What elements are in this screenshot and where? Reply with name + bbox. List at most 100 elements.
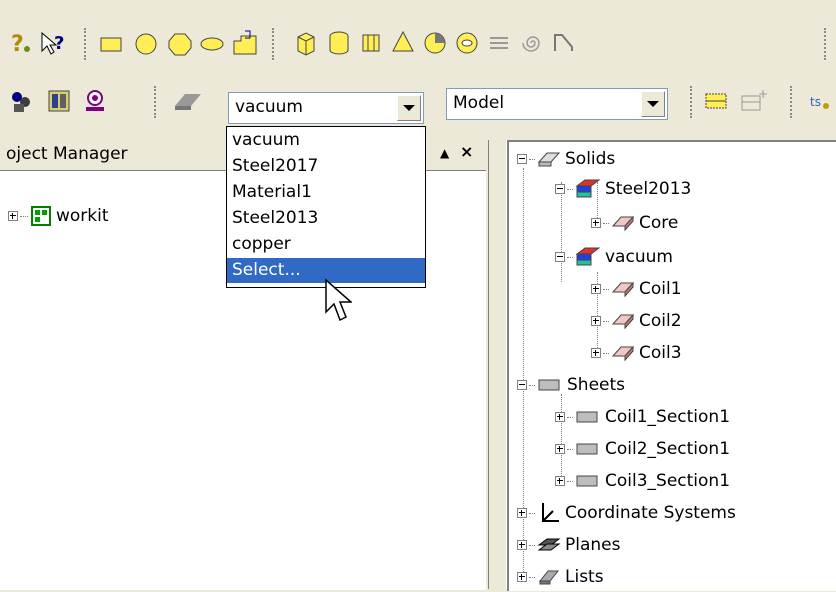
toolbar-grip[interactable] xyxy=(84,28,90,60)
draw-cylinder-icon[interactable] xyxy=(324,28,354,58)
svg-text:?: ? xyxy=(11,32,24,57)
dropdown-option-copper[interactable]: copper xyxy=(227,232,425,257)
expand-icon[interactable] xyxy=(555,412,565,422)
material-group-icon xyxy=(575,247,601,266)
tree-item-coil1-section[interactable]: Coil1_Section1 xyxy=(555,402,730,432)
material-combo[interactable]: vacuum xyxy=(228,92,424,124)
model-tree-panel: Solids Steel2013 Core vacuum Coil1 Coil2… xyxy=(507,140,836,591)
expand-icon[interactable] xyxy=(555,476,565,486)
toolbar-grip[interactable] xyxy=(790,86,796,118)
dropdown-option-vacuum[interactable]: vacuum xyxy=(227,128,425,153)
toolbar-grip[interactable] xyxy=(272,28,278,60)
project-name: workit xyxy=(56,206,109,226)
material-icon[interactable] xyxy=(6,86,36,116)
svg-text:ts: ts xyxy=(810,95,821,109)
tree-item-planes[interactable]: Planes xyxy=(517,530,620,560)
view-combo-value: Model xyxy=(453,93,505,113)
disabled-sheet-icon xyxy=(170,86,206,116)
tree-item-coordinate-systems[interactable]: Coordinate Systems xyxy=(517,498,736,528)
sheet-icon xyxy=(576,475,598,487)
expand-icon[interactable] xyxy=(591,316,601,326)
tree-label: Steel2013 xyxy=(605,179,692,199)
draw-cone-icon[interactable] xyxy=(388,28,418,58)
draw-bondwire-icon[interactable] xyxy=(548,28,578,58)
tree-item-sheets[interactable]: Sheets xyxy=(517,370,625,400)
tree-label: Coordinate Systems xyxy=(565,503,736,523)
draw-circle-icon[interactable] xyxy=(132,30,160,58)
tree-label: Core xyxy=(639,213,679,233)
tree-item-project[interactable]: workit xyxy=(8,201,109,231)
project-manager-title: oject Manager xyxy=(6,144,128,164)
svg-text:?: ? xyxy=(54,33,64,54)
tree-item-coil1[interactable]: Coil1 xyxy=(591,274,682,304)
draw-regular-polyhedron-icon[interactable] xyxy=(356,28,386,58)
expand-icon[interactable] xyxy=(591,348,601,358)
tree-label: Lists xyxy=(565,567,604,587)
expand-icon[interactable] xyxy=(8,211,18,221)
solid-part-icon xyxy=(611,215,635,232)
dropdown-option-steel2017[interactable]: Steel2017 xyxy=(227,154,425,179)
solid-icon xyxy=(537,152,561,167)
coordinate-system-icon xyxy=(542,503,559,522)
tree-item-steel2013[interactable]: Steel2013 xyxy=(555,174,691,204)
tree-item-core[interactable]: Core xyxy=(591,208,678,238)
tree-item-lists[interactable]: Lists xyxy=(517,562,604,592)
solid-part-icon xyxy=(611,313,635,330)
coordinate-icon[interactable]: ts xyxy=(804,86,834,116)
draw-box-icon[interactable] xyxy=(290,28,320,58)
collapse-icon[interactable] xyxy=(517,380,527,390)
tree-item-solids[interactable]: Solids xyxy=(517,144,615,174)
expand-icon[interactable] xyxy=(591,218,601,228)
tree-label: Coil1_Section1 xyxy=(605,407,731,427)
draw-rectangle-icon[interactable] xyxy=(98,30,126,58)
excitation-icon[interactable] xyxy=(80,86,110,116)
lists-icon xyxy=(538,570,560,585)
help-icon[interactable]: ? xyxy=(8,28,34,58)
panel-splitter[interactable] xyxy=(488,140,507,589)
draw-sphere-icon[interactable] xyxy=(420,28,450,58)
dropdown-option-steel2013[interactable]: Steel2013 xyxy=(227,206,425,231)
planes-icon xyxy=(537,538,561,551)
tree-label: vacuum xyxy=(605,247,673,267)
tree-item-coil3-section[interactable]: Coil3_Section1 xyxy=(555,466,730,496)
expand-icon[interactable] xyxy=(591,284,601,294)
solid-part-icon xyxy=(611,281,635,298)
tree-item-coil2-section[interactable]: Coil2_Section1 xyxy=(555,434,730,464)
svg-text:+: + xyxy=(758,88,768,101)
toolbar-grip[interactable] xyxy=(690,86,696,118)
expand-icon[interactable] xyxy=(555,444,565,454)
dropdown-option-material1[interactable]: Material1 xyxy=(227,180,425,205)
close-icon[interactable]: × xyxy=(460,142,473,161)
sheet-icon xyxy=(538,379,560,391)
draw-ellipse-icon[interactable] xyxy=(198,30,226,58)
collapse-icon[interactable] xyxy=(517,154,527,164)
tree-label: Coil1 xyxy=(639,279,682,299)
view-combo-dropdown-button[interactable] xyxy=(641,91,665,117)
draw-polygon-icon[interactable] xyxy=(166,30,194,58)
context-help-icon[interactable]: ? xyxy=(38,28,68,58)
draw-torus-icon[interactable] xyxy=(452,28,482,58)
tree-item-coil2[interactable]: Coil2 xyxy=(591,306,682,336)
boundary-icon[interactable] xyxy=(44,86,74,116)
material-combo-dropdown-button[interactable] xyxy=(397,95,421,121)
tree-label: Coil3 xyxy=(639,343,682,363)
view-combo[interactable]: Model xyxy=(446,88,668,120)
create-sheet-icon[interactable] xyxy=(700,86,734,116)
tree-item-coil3[interactable]: Coil3 xyxy=(591,338,682,368)
tree-label: Coil3_Section1 xyxy=(605,471,731,491)
expand-icon[interactable] xyxy=(517,508,527,518)
draw-region-icon[interactable] xyxy=(230,28,260,58)
tree-label: Planes xyxy=(565,535,621,555)
expand-icon[interactable] xyxy=(517,540,527,550)
pin-icon[interactable]: ▲ xyxy=(440,146,449,160)
collapse-icon[interactable] xyxy=(555,184,565,194)
material-dropdown-list: vacuum Steel2017 Material1 Steel2013 cop… xyxy=(226,126,426,288)
toolbar-grip[interactable] xyxy=(824,28,830,60)
collapse-icon[interactable] xyxy=(555,252,565,262)
solid-part-icon xyxy=(611,345,635,362)
expand-icon[interactable] xyxy=(517,572,527,582)
draw-helix-icon[interactable] xyxy=(484,28,514,58)
draw-spiral-icon[interactable] xyxy=(516,28,546,58)
tree-item-vacuum[interactable]: vacuum xyxy=(555,242,673,272)
toolbar-grip[interactable] xyxy=(154,86,160,118)
